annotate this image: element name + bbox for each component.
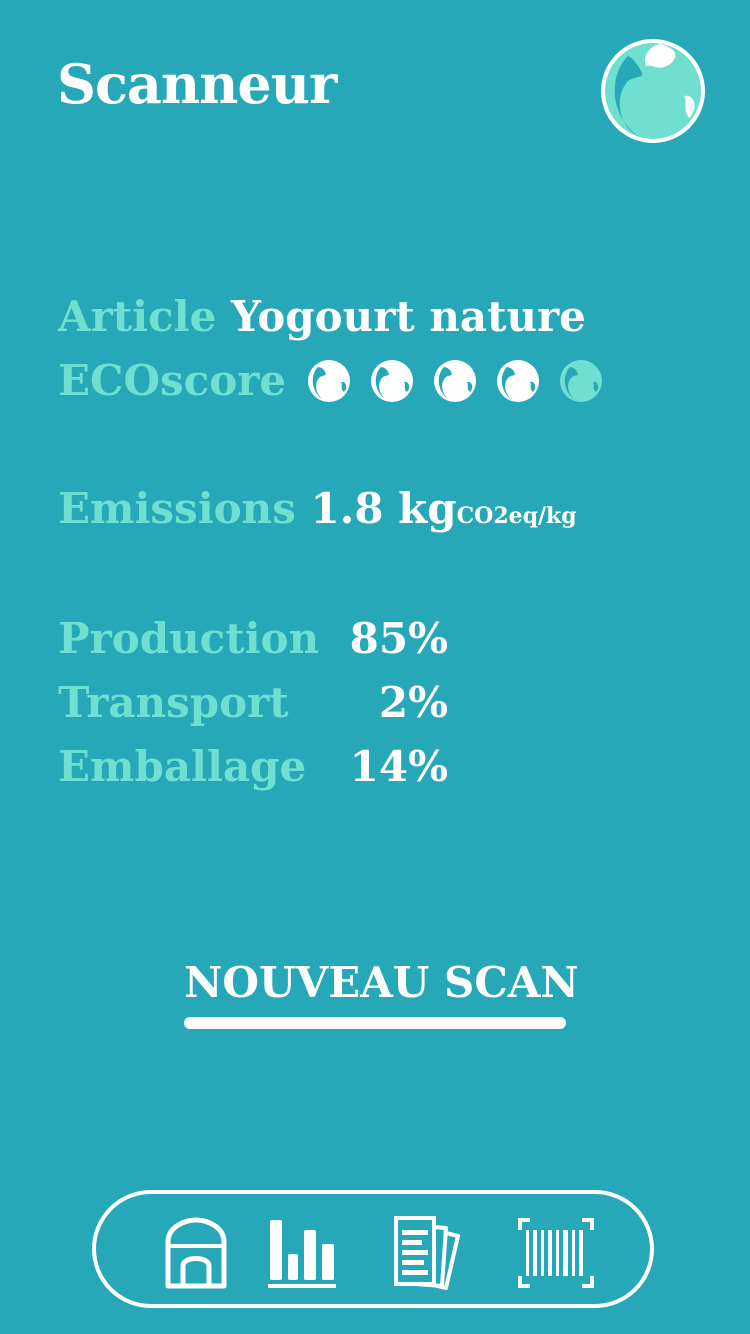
new-scan-button[interactable]: NOUVEAU SCAN [184,958,579,1029]
documents-icon[interactable] [390,1216,470,1290]
breakdown-row: Production 85% [58,614,448,663]
ecoscore-label: ECOscore [58,356,287,405]
breakdown-value: 85% [349,614,448,663]
bottom-nav [92,1190,654,1308]
ecoscore-globe-icon [306,358,352,404]
new-scan-label: NOUVEAU SCAN [184,958,579,1007]
breakdown-value: 2% [378,678,448,727]
emissions-row: Emissions 1.8 kgCO2eq/kg [58,484,577,533]
breakdown-row: Emballage 14% [58,742,448,791]
emissions-unit: CO2eq/kg [456,503,577,529]
ecoscore-globe-icon [495,358,541,404]
page-title: Scanneur [57,52,337,116]
globe-icon[interactable] [598,36,708,146]
ecoscore-rating [306,358,604,404]
home-icon[interactable] [156,1216,236,1290]
emissions-label: Emissions [58,484,296,533]
new-scan-underline [184,1017,566,1029]
article-label: Article [58,292,217,341]
breakdown-value: 14% [349,742,448,791]
ecoscore-globe-icon [369,358,415,404]
emissions-value: 1.8 kg [310,484,457,533]
article-row: Article Yogourt nature [58,292,586,341]
barcode-scanner-icon[interactable] [516,1216,596,1290]
breakdown-label: Emballage [58,742,307,791]
ecoscore-row: ECOscore [58,356,604,405]
ecoscore-globe-empty-icon [558,358,604,404]
ecoscore-globe-icon [432,358,478,404]
breakdown-label: Transport [58,678,289,727]
breakdown-row: Transport 2% [58,678,448,727]
article-value: Yogourt nature [230,292,586,341]
bar-chart-icon[interactable] [264,1216,344,1290]
breakdown-label: Production [58,614,320,663]
